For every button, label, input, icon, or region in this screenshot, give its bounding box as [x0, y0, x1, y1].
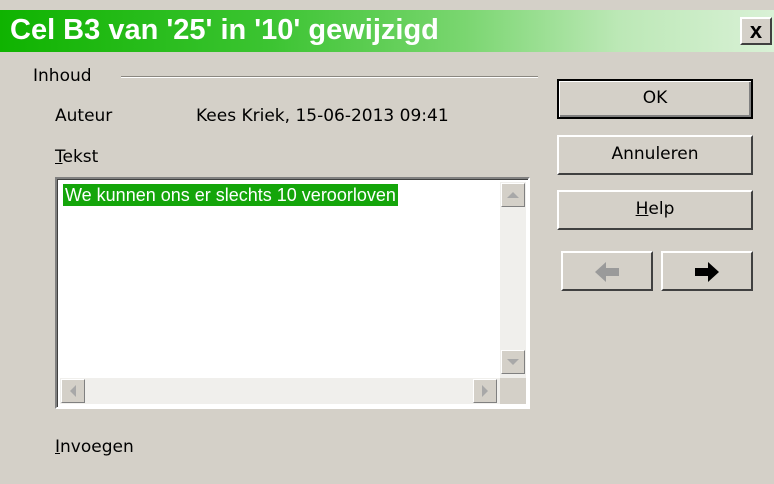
triangle-right-icon — [482, 385, 488, 397]
scroll-up-button[interactable] — [501, 183, 525, 207]
scroll-left-button[interactable] — [61, 379, 85, 403]
previous-button[interactable] — [561, 251, 653, 291]
group-divider — [121, 76, 538, 78]
author-label: Auteur — [55, 106, 113, 126]
change-info-dialog: Cel B3 van '25' in '10' gewijzigd x Inho… — [0, 0, 774, 484]
author-value: Kees Kriek, 15-06-2013 09:41 — [196, 106, 449, 126]
triangle-up-icon — [507, 192, 519, 198]
title-bar[interactable]: Cel B3 van '25' in '10' gewijzigd x — [0, 10, 774, 52]
next-button[interactable] — [661, 251, 753, 291]
triangle-left-icon — [70, 385, 76, 397]
vertical-scrollbar[interactable] — [500, 182, 526, 378]
content-group-label: Inhoud — [33, 66, 92, 86]
dialog-title: Cel B3 van '25' in '10' gewijzigd — [10, 14, 439, 46]
scrollbar-corner — [500, 378, 526, 404]
text-field[interactable]: We kunnen ons er slechts 10 veroorloven — [55, 177, 530, 409]
cancel-button[interactable]: Annuleren — [557, 135, 753, 175]
scroll-right-button[interactable] — [473, 379, 497, 403]
close-icon: x — [749, 18, 763, 43]
help-button[interactable]: Help — [557, 190, 753, 230]
arrow-right-icon — [695, 262, 719, 282]
horizontal-scrollbar[interactable] — [60, 378, 500, 404]
text-field-value: We kunnen ons er slechts 10 veroorloven — [63, 184, 398, 206]
insert-label: Invoegen — [55, 437, 134, 457]
close-button[interactable]: x — [740, 17, 772, 45]
triangle-down-icon — [507, 359, 519, 365]
text-label: Tekst — [55, 147, 99, 167]
ok-button[interactable]: OK — [557, 79, 753, 119]
arrow-left-icon — [595, 262, 619, 282]
scroll-down-button[interactable] — [501, 350, 525, 374]
